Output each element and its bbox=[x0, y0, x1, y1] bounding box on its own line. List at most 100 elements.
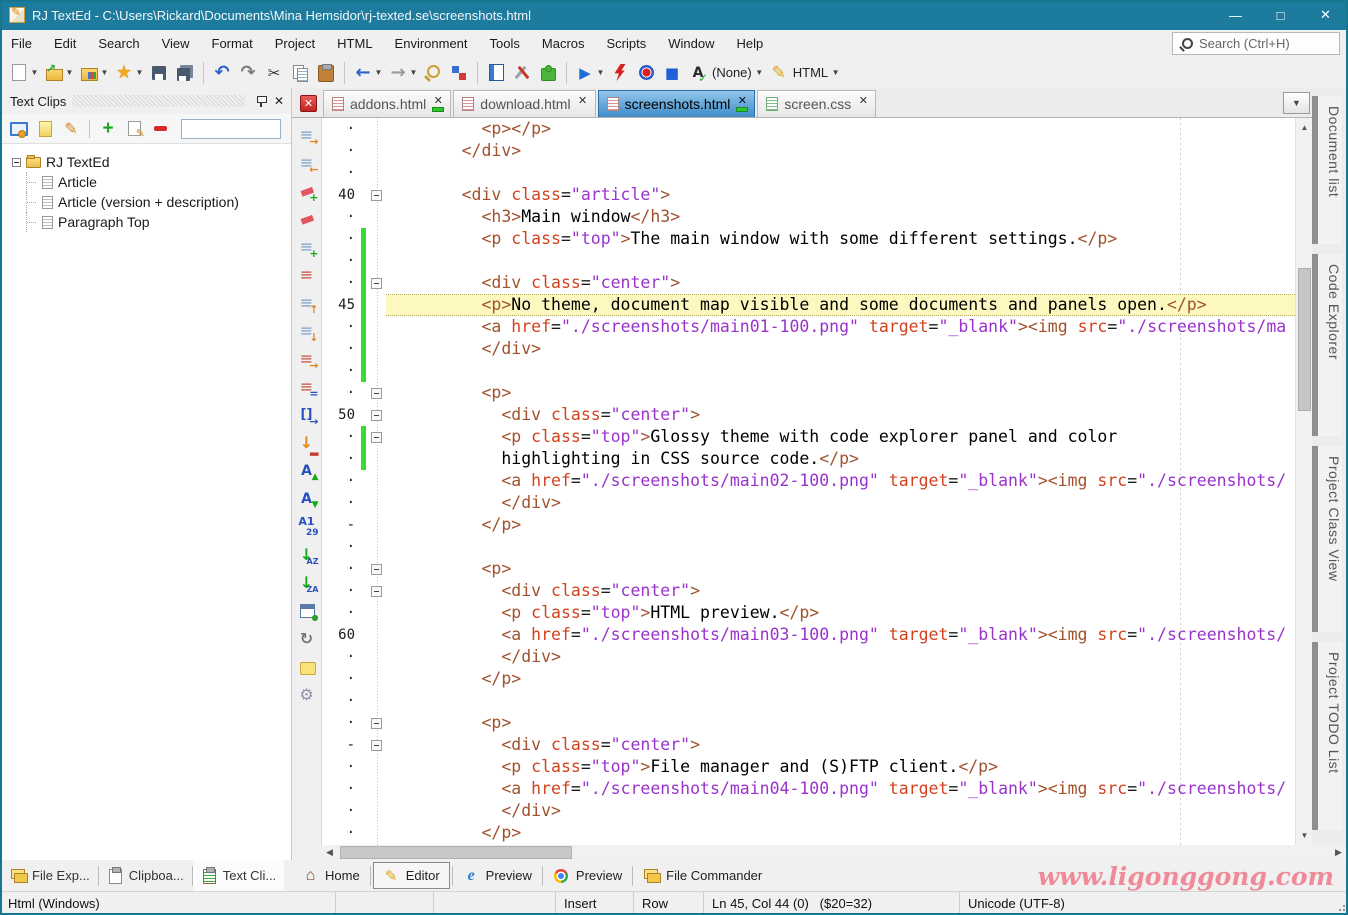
code-line[interactable]: · </div> bbox=[322, 140, 1295, 162]
maximize-button[interactable]: □ bbox=[1258, 0, 1303, 30]
tab-close-icon[interactable]: ✕ bbox=[578, 96, 587, 106]
bookmark-remove-icon[interactable] bbox=[296, 208, 318, 230]
sort-descending-icon[interactable] bbox=[296, 572, 318, 594]
fold-collapse-icon[interactable] bbox=[371, 190, 382, 201]
favorites-button[interactable]: ▼ bbox=[111, 62, 146, 84]
menu-file[interactable]: File bbox=[0, 30, 43, 57]
menu-format[interactable]: Format bbox=[201, 30, 264, 57]
fold-collapse-icon[interactable] bbox=[371, 740, 382, 751]
sync-edit-button[interactable] bbox=[446, 62, 472, 84]
collapse-box-icon[interactable] bbox=[12, 158, 21, 167]
panel-tab-clipboa[interactable]: Clipboa... bbox=[99, 860, 192, 891]
panel-tab-fileexp[interactable]: File Exp... bbox=[2, 860, 98, 891]
scroll-down-arrow[interactable]: ▼ bbox=[1296, 828, 1313, 843]
join-lines-icon[interactable] bbox=[296, 348, 318, 370]
view-tab-file-commander[interactable]: File Commander bbox=[633, 860, 772, 891]
code-line[interactable]: - </p> bbox=[322, 514, 1295, 536]
clip-new-button[interactable] bbox=[32, 118, 58, 140]
fold-collapse-icon[interactable] bbox=[371, 564, 382, 575]
back-button[interactable]: ▼ bbox=[350, 62, 385, 84]
code-line[interactable]: · highlighting in CSS source code.</p> bbox=[322, 448, 1295, 470]
side-tab-document-list[interactable]: Document list bbox=[1312, 96, 1342, 244]
tab-close-icon[interactable]: ✕ bbox=[859, 96, 868, 106]
bookmark-add-icon[interactable] bbox=[296, 180, 318, 202]
clip-edit-item-button[interactable] bbox=[121, 118, 147, 140]
tree-root[interactable]: RJ TextEd bbox=[2, 152, 291, 172]
forward-button[interactable]: ▼ bbox=[385, 62, 420, 84]
code-line[interactable]: · </div> bbox=[322, 800, 1295, 822]
dropdown-arrow-icon[interactable]: ▼ bbox=[831, 68, 840, 77]
duplicate-line-icon[interactable] bbox=[296, 376, 318, 398]
menu-edit[interactable]: Edit bbox=[43, 30, 87, 57]
fold-collapse-icon[interactable] bbox=[371, 432, 382, 443]
code-line[interactable]: · bbox=[322, 536, 1295, 558]
code-editor[interactable]: · <p></p>· </div>·40 <div class="article… bbox=[322, 118, 1295, 845]
search-input[interactable] bbox=[1197, 35, 1327, 52]
document-panel-button[interactable] bbox=[483, 62, 509, 84]
minimize-button[interactable]: — bbox=[1213, 0, 1258, 30]
open-button[interactable]: ▼ bbox=[41, 62, 76, 84]
code-line[interactable]: · </p> bbox=[322, 668, 1295, 690]
menu-project[interactable]: Project bbox=[264, 30, 326, 57]
close-document-button[interactable]: ✕ bbox=[300, 95, 317, 112]
settings-icon[interactable] bbox=[296, 684, 318, 706]
fold-collapse-icon[interactable] bbox=[371, 278, 382, 289]
code-line[interactable]: · </p> bbox=[322, 822, 1295, 844]
code-line[interactable]: · <a href="./screenshots/main04-100.png"… bbox=[322, 778, 1295, 800]
save-all-button[interactable] bbox=[172, 62, 198, 84]
scroll-right-arrow[interactable]: ▶ bbox=[1331, 845, 1346, 860]
fold-collapse-icon[interactable] bbox=[371, 586, 382, 597]
panel-tab-textcli[interactable]: Text Cli... bbox=[193, 860, 284, 891]
quick-run-button[interactable] bbox=[607, 62, 633, 84]
code-line[interactable]: 45 <p>No theme, document map visible and… bbox=[322, 294, 1295, 316]
cut-button[interactable] bbox=[261, 62, 287, 84]
menu-environment[interactable]: Environment bbox=[384, 30, 479, 57]
panel-close-icon[interactable]: ✕ bbox=[271, 94, 287, 108]
dropdown-arrow-icon[interactable]: ▼ bbox=[135, 68, 144, 77]
code-line[interactable]: · <div class="center"> bbox=[322, 580, 1295, 602]
tab-close-icon[interactable]: ✕ bbox=[738, 96, 747, 106]
clip-filter-input[interactable] bbox=[181, 119, 281, 139]
redo-button[interactable] bbox=[235, 62, 261, 84]
insert-line-left-icon[interactable] bbox=[296, 152, 318, 174]
code-line[interactable]: 40 <div class="article"> bbox=[322, 184, 1295, 206]
document-tab-screen-css[interactable]: screen.css✕ bbox=[757, 90, 876, 117]
code-line[interactable]: · <p> bbox=[322, 712, 1295, 734]
sticky-note-icon[interactable] bbox=[296, 656, 318, 678]
scroll-left-arrow[interactable]: ◀ bbox=[322, 845, 337, 860]
insert-datetime-icon[interactable] bbox=[296, 600, 318, 622]
vertical-scrollbar[interactable]: ▲ ▼ bbox=[1295, 118, 1312, 845]
code-line[interactable]: · bbox=[322, 250, 1295, 272]
view-tab-preview[interactable]: Preview bbox=[543, 860, 632, 891]
dropdown-arrow-icon[interactable]: ▼ bbox=[596, 68, 605, 77]
code-line[interactable]: · bbox=[322, 690, 1295, 712]
close-button[interactable]: ✕ bbox=[1303, 0, 1348, 30]
save-button[interactable] bbox=[146, 62, 172, 84]
side-tab-code-explorer[interactable]: Code Explorer bbox=[1312, 254, 1342, 436]
scroll-up-arrow[interactable]: ▲ bbox=[1296, 120, 1313, 135]
addons-button[interactable] bbox=[535, 62, 561, 84]
copy-button[interactable] bbox=[287, 62, 313, 84]
lowercase-icon[interactable] bbox=[296, 488, 318, 510]
goto-bracket-icon[interactable] bbox=[296, 404, 318, 426]
document-tab-screenshots-html[interactable]: screenshots.html✕ bbox=[598, 90, 756, 117]
dropdown-arrow-icon[interactable]: ▼ bbox=[374, 68, 383, 77]
new-file-button[interactable]: ▼ bbox=[6, 62, 41, 84]
code-line[interactable]: · <p> bbox=[322, 558, 1295, 580]
code-line[interactable]: · <p class="top">The main window with so… bbox=[322, 228, 1295, 250]
paste-button[interactable] bbox=[313, 62, 339, 84]
find-button[interactable] bbox=[420, 62, 446, 84]
tab-list-dropdown-button[interactable]: ▼ bbox=[1283, 92, 1310, 114]
dropdown-arrow-icon[interactable]: ▼ bbox=[755, 68, 764, 77]
code-line[interactable]: 50 <div class="center"> bbox=[322, 404, 1295, 426]
code-line[interactable]: · <div class="center"> bbox=[322, 272, 1295, 294]
code-line[interactable]: · <h3>Main window</h3> bbox=[322, 206, 1295, 228]
menu-search[interactable]: Search bbox=[87, 30, 150, 57]
code-line[interactable]: · <p> bbox=[322, 382, 1295, 404]
view-tab-home[interactable]: Home bbox=[292, 860, 370, 891]
insert-line-icon[interactable] bbox=[296, 124, 318, 146]
fold-collapse-icon[interactable] bbox=[371, 718, 382, 729]
horizontal-scroll-thumb[interactable] bbox=[340, 846, 572, 859]
tree-item[interactable]: Article (version + description) bbox=[2, 192, 291, 212]
tree-item[interactable]: Paragraph Top bbox=[2, 212, 291, 232]
